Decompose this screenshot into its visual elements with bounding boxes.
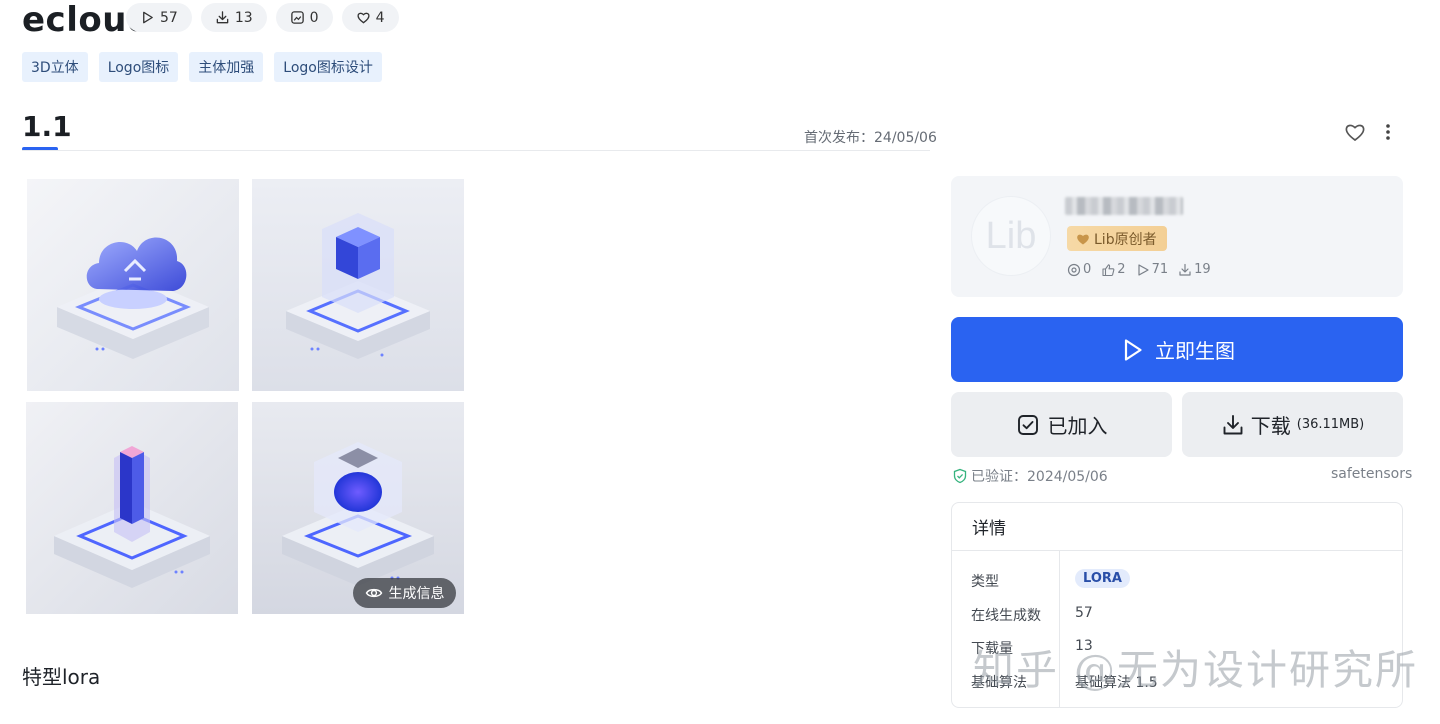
author-likes-count: 2 [1117,262,1126,277]
download-icon [216,11,229,24]
more-options-icon[interactable] [1385,122,1391,142]
generation-info-label: 生成信息 [388,586,445,602]
generate-now-label: 立即生图 [1155,339,1235,363]
author-stat-followers: 0 [1067,262,1091,277]
at-icon [1067,263,1081,276]
details-title: 详情 [952,503,1402,551]
added-label: 已加入 [1047,414,1108,438]
images-stat: 0 [275,3,333,32]
runs-stat: 57 [126,3,192,32]
author-runs-count: 71 [1151,262,1169,277]
download-label: 下载 [1250,414,1291,438]
detail-type-value: LORA [1075,569,1130,588]
play-icon [143,11,153,24]
tag-3d[interactable]: 3D立体 [22,52,88,82]
tag-list: 3D立体 Logo图标 主体加强 Logo图标设计 [22,52,382,82]
model-stats: 57 13 0 4 [126,3,399,32]
author-stat-likes: 2 [1101,262,1126,277]
file-format: safetensors [1331,466,1413,482]
author-stat-runs: 71 [1136,262,1169,277]
heart-badge-icon [1077,234,1089,244]
verified-shield-icon [953,468,967,484]
publish-date: 首次发布：24/05/06 [804,130,937,146]
verified-status: 已验证：2024/05/06 [952,466,1108,486]
download-icon [1179,263,1191,276]
likes-stat: 4 [341,3,399,32]
download-button[interactable]: 下载 (36.11MB) [1182,392,1403,457]
detail-type-label: 类型 [971,574,999,590]
author-followers-count: 0 [1083,262,1092,277]
watermark: 知乎 @无为设计研究所 [973,646,1419,694]
gallery-image-pillar[interactable] [26,402,238,614]
tab-version[interactable]: 1.1 [22,110,72,143]
detail-generations-value: 57 [1075,605,1093,621]
likes-count: 4 [375,9,385,26]
runs-count: 57 [160,9,178,26]
creator-badge: Lib原创者 [1067,226,1167,251]
model-description: 特型lora [22,665,101,689]
tag-subject-enhance[interactable]: 主体加强 [189,52,264,82]
author-name-blurred[interactable] [1065,197,1183,215]
play-icon [1137,263,1149,276]
download-size: (36.11MB) [1296,417,1365,432]
favorite-heart-icon[interactable] [1343,120,1367,144]
author-card[interactable]: Lib Lib原创者 0 2 71 19 [951,176,1403,297]
tag-logo-icon[interactable]: Logo图标 [98,52,179,82]
image-comment-icon [290,11,304,24]
downloads-count: 13 [234,9,253,26]
generation-info-button[interactable]: 生成信息 [353,578,456,608]
images-count: 0 [309,9,319,26]
gallery-image-cube[interactable] [252,179,464,391]
added-button[interactable]: 已加入 [951,392,1172,457]
download-icon [1223,414,1243,434]
creator-badge-label: Lib原创者 [1094,231,1157,248]
lora-type-badge: LORA [1075,569,1130,588]
gallery-image-cloud[interactable] [27,179,239,391]
tab-divider [22,150,930,151]
author-downloads-count: 19 [1194,262,1211,277]
heart-icon [356,12,370,24]
checkbox-icon [1017,414,1038,435]
detail-generations-label: 在线生成数 [971,608,1041,624]
author-stats: 0 2 71 19 [1067,262,1211,277]
downloads-stat: 13 [200,3,267,32]
verified-text: 已验证：2024/05/06 [971,469,1108,485]
generate-now-button[interactable]: 立即生图 [951,317,1403,382]
header-actions [1343,120,1391,144]
eye-icon [365,588,382,598]
author-avatar[interactable]: Lib [971,196,1051,276]
tag-logo-design[interactable]: Logo图标设计 [274,52,382,82]
author-stat-downloads: 19 [1178,262,1211,277]
play-icon [1124,338,1142,361]
like-icon [1102,263,1115,276]
